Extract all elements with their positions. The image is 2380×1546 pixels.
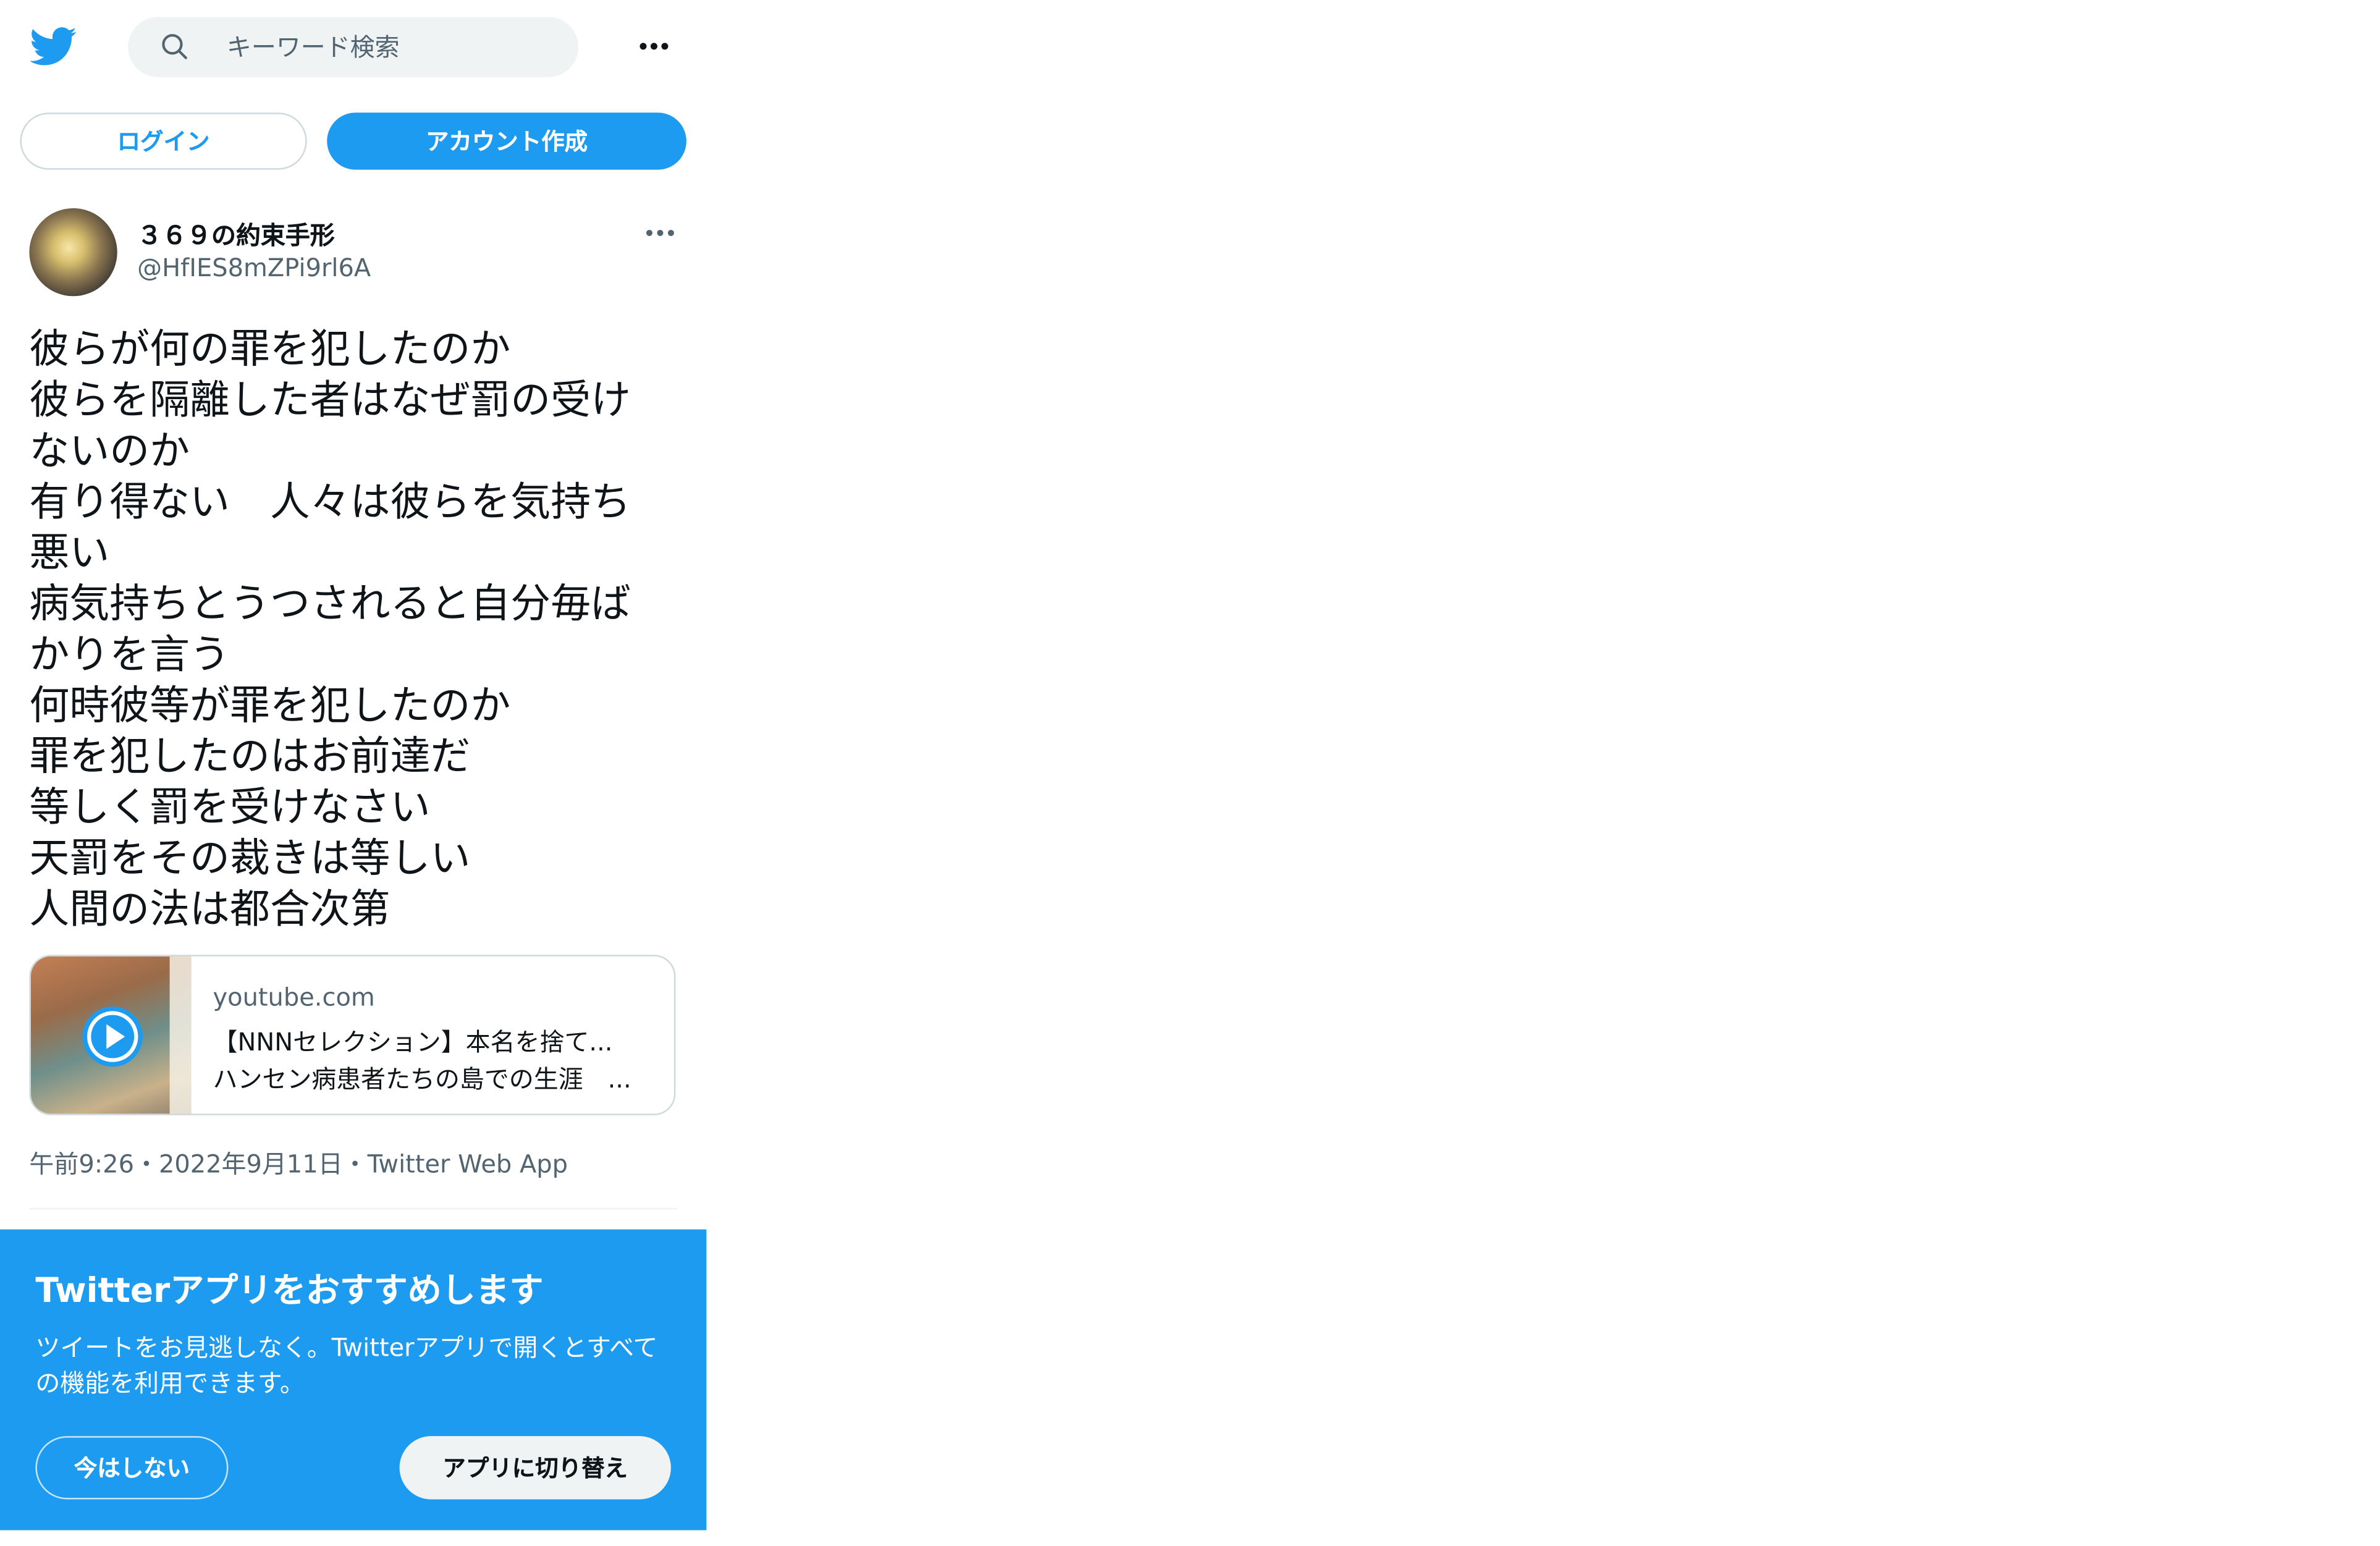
login-button[interactable]: ログイン — [20, 112, 307, 170]
search-bar[interactable] — [128, 17, 579, 77]
tweet-text: 彼らが何の罪を犯したのか 彼らを隔離した者はなぜ罰の受け ないのか 有り得ない … — [29, 326, 677, 937]
card-title: 【NNNセレクション】本名を捨て... — [213, 1027, 613, 1057]
twitter-logo-icon[interactable] — [28, 22, 77, 71]
tweet-text-line: 何時彼等が罪を犯したのか — [29, 683, 511, 730]
tweet-text-line: 人間の法は都合次第 — [29, 887, 390, 934]
tweet-text-line: ないのか — [29, 428, 190, 475]
promo-body: ツイートをお見逃しなく。Twitterアプリで開くとすべての機能を利用できます。 — [35, 1332, 658, 1398]
promo-title: Twitterアプリをおすすめします — [35, 1272, 544, 1311]
card-description: ハンセン病患者たちの島での生涯 ... — [213, 1064, 631, 1094]
tweet-more-icon[interactable] — [639, 216, 682, 250]
switch-to-app-button[interactable]: アプリに切り替え — [399, 1436, 671, 1500]
play-icon[interactable] — [82, 1006, 143, 1068]
tweet-text-line: かりを言う — [29, 632, 230, 679]
tweet-text-line: 彼らが何の罪を犯したのか — [29, 327, 511, 374]
signup-button[interactable]: アカウント作成 — [327, 112, 686, 170]
search-input[interactable] — [226, 17, 551, 77]
not-now-button[interactable]: 今はしない — [35, 1436, 229, 1500]
divider — [29, 1207, 677, 1210]
link-card[interactable]: youtube.com 【NNNセレクション】本名を捨て... ハンセン病患者た… — [29, 955, 676, 1115]
app-promo-banner: Twitterアプリをおすすめします ツイートをお見逃しなく。Twitterアプ… — [0, 1229, 707, 1531]
thumbnail-caption-strip — [169, 956, 192, 1114]
tweet-text-line: 天罰をその裁きは等しい — [29, 836, 471, 882]
tweet-text-line: 悪い — [29, 530, 110, 577]
tweet-text-line: 有り得ない 人々は彼らを気持ち — [29, 479, 631, 526]
user-handle[interactable]: @HfIES8mZPi9rl6A — [137, 253, 371, 282]
tweet-text-line: 罪を犯したのはお前達だ — [29, 734, 471, 781]
search-icon — [159, 31, 190, 62]
card-thumbnail[interactable] — [30, 956, 192, 1114]
tweet-text-line: 等しく罰を受けなさい — [29, 785, 431, 832]
tweet-text-line: 彼らを隔離した者はなぜ罰の受け — [29, 378, 631, 425]
tweet-text-line: 病気持ちとうつされると自分毎ば — [29, 581, 631, 628]
display-name[interactable]: ３６９の約束手形 — [137, 214, 335, 251]
more-horizontal-icon[interactable] — [630, 23, 679, 69]
avatar[interactable] — [29, 208, 117, 297]
tweet-timestamp[interactable]: 午前9:26・2022年9月11日・Twitter Web App — [29, 1143, 568, 1180]
card-domain: youtube.com — [213, 982, 375, 1012]
